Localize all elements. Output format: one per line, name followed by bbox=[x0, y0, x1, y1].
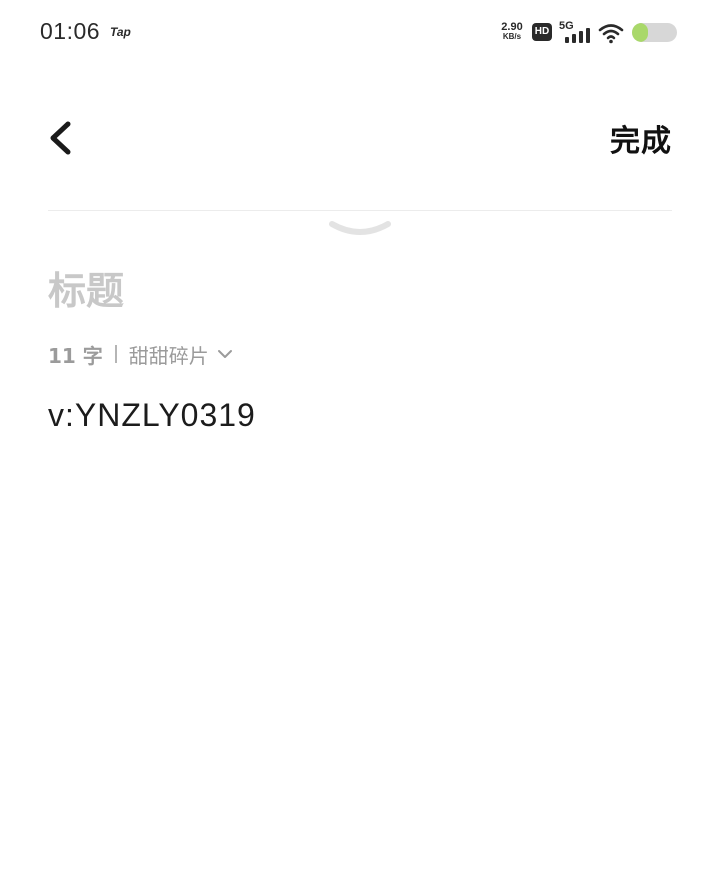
battery-level-fill bbox=[632, 23, 648, 42]
note-meta-row: 11 字 甜甜碎片 bbox=[48, 340, 233, 368]
folder-name: 甜甜碎片 bbox=[128, 343, 209, 368]
signal-strength-icon bbox=[565, 28, 590, 43]
network-speed: 2.90 KB/s bbox=[497, 22, 527, 42]
battery-icon bbox=[632, 23, 677, 42]
tap-app-notification-icon: Tap bbox=[110, 25, 131, 39]
status-bar: 01:06 Tap 2.90 KB/s HD 5G bbox=[0, 0, 720, 66]
wifi-icon bbox=[598, 24, 624, 44]
hd-icon: HD bbox=[532, 23, 552, 41]
network-speed-unit: KB/s bbox=[502, 32, 522, 41]
status-time: 01:06 bbox=[40, 18, 101, 44]
folder-selector[interactable]: 甜甜碎片 bbox=[129, 340, 233, 369]
done-button[interactable]: 完成 bbox=[610, 116, 672, 160]
back-button[interactable] bbox=[40, 112, 84, 164]
note-body-editor[interactable]: v:YNZLY0319 bbox=[48, 397, 256, 434]
char-count: 11 字 bbox=[48, 343, 103, 368]
chevron-left-icon bbox=[50, 121, 71, 155]
note-title-input[interactable]: 标题 bbox=[48, 260, 648, 315]
chevron-down-icon bbox=[217, 350, 232, 358]
network-speed-value: 2.90 bbox=[501, 21, 523, 33]
collapse-handle-icon[interactable] bbox=[328, 216, 392, 242]
meta-separator bbox=[114, 345, 117, 363]
header-divider bbox=[48, 210, 672, 211]
